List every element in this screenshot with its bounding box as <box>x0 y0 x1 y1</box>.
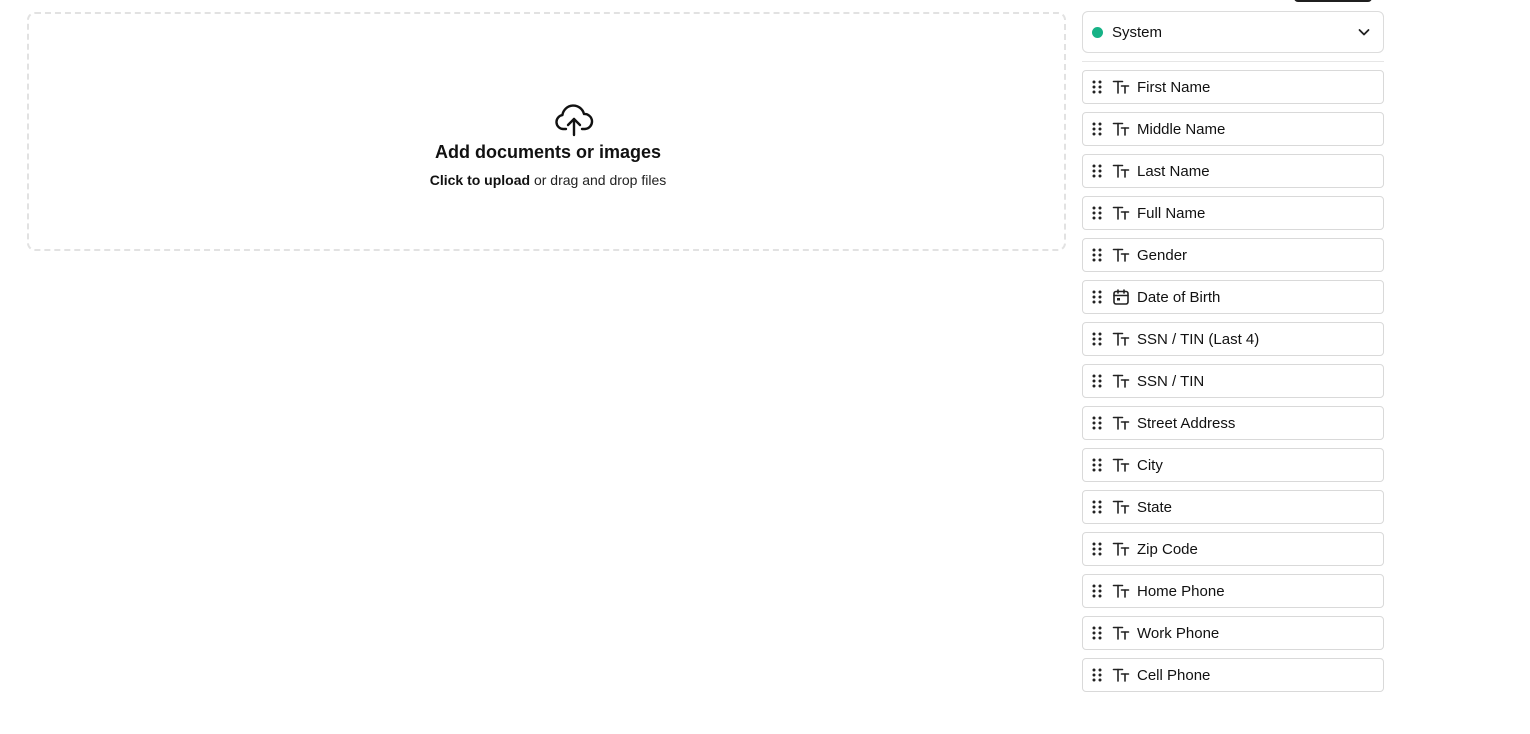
field-label: Zip Code <box>1137 540 1198 558</box>
text-type-icon <box>1112 374 1130 388</box>
source-select[interactable]: System <box>1082 11 1384 53</box>
field-label: Cell Phone <box>1137 666 1211 684</box>
field-item[interactable]: SSN / TIN <box>1082 364 1384 398</box>
calendar-icon <box>1113 289 1129 305</box>
text-type-icon <box>1112 80 1130 94</box>
sidebar-divider <box>1082 61 1384 62</box>
drag-handle-icon[interactable] <box>1090 205 1104 221</box>
text-type-icon <box>1112 500 1130 514</box>
drag-handle-icon[interactable] <box>1090 457 1104 473</box>
field-item[interactable]: Date of Birth <box>1082 280 1384 314</box>
drag-handle-icon[interactable] <box>1090 121 1104 137</box>
field-item[interactable]: Cell Phone <box>1082 658 1384 692</box>
drag-handle-icon[interactable] <box>1090 289 1104 305</box>
drag-handle-icon[interactable] <box>1090 79 1104 95</box>
field-label: Last Name <box>1137 162 1210 180</box>
text-type-icon <box>1112 164 1130 178</box>
field-item[interactable]: First Name <box>1082 70 1384 104</box>
text-type-icon <box>1112 458 1130 472</box>
drag-handle-icon[interactable] <box>1090 541 1104 557</box>
source-select-label: System <box>1112 23 1163 41</box>
cloud-upload-icon <box>555 104 594 137</box>
drag-handle-icon[interactable] <box>1090 583 1104 599</box>
field-label: Gender <box>1137 246 1188 264</box>
field-label: Street Address <box>1137 414 1236 432</box>
field-label: Work Phone <box>1137 624 1220 642</box>
field-item[interactable]: State <box>1082 490 1384 524</box>
field-label: State <box>1137 498 1173 516</box>
field-item[interactable]: Gender <box>1082 238 1384 272</box>
field-item[interactable]: Work Phone <box>1082 616 1384 650</box>
drag-handle-icon[interactable] <box>1090 625 1104 641</box>
drag-handle-icon[interactable] <box>1090 247 1104 263</box>
drag-handle-icon[interactable] <box>1090 331 1104 347</box>
field-list: First Name Middle Name Last Name Full Name G… <box>1082 70 1384 692</box>
text-type-icon <box>1112 542 1130 556</box>
field-sidebar: System First Name Middle Name Last Name Ful… <box>1082 11 1384 700</box>
field-label: SSN / TIN (Last 4) <box>1137 330 1260 348</box>
dropzone-subtitle: Click to upload or drag and drop files <box>2 172 1094 188</box>
upload-dropzone[interactable]: Add documents or images Click to upload … <box>27 12 1066 251</box>
field-label: Home Phone <box>1137 582 1225 600</box>
field-label: First Name <box>1137 78 1211 96</box>
drag-handle-icon[interactable] <box>1090 163 1104 179</box>
text-type-icon <box>1112 584 1130 598</box>
drag-drop-hint: or drag and drop files <box>530 172 667 188</box>
drag-handle-icon[interactable] <box>1090 499 1104 515</box>
field-label: SSN / TIN <box>1137 372 1205 390</box>
field-item[interactable]: Middle Name <box>1082 112 1384 146</box>
text-type-icon <box>1112 248 1130 262</box>
drag-handle-icon[interactable] <box>1090 373 1104 389</box>
status-dot <box>1092 26 1103 38</box>
field-item[interactable]: City <box>1082 448 1384 482</box>
text-type-icon <box>1112 416 1130 430</box>
field-item[interactable]: Street Address <box>1082 406 1384 440</box>
dropzone-title: Add documents or images <box>434 142 662 162</box>
top-edge-button[interactable] <box>1294 0 1372 2</box>
text-type-icon <box>1112 668 1130 682</box>
click-to-upload-link[interactable]: Click to upload <box>430 172 530 188</box>
drag-handle-icon[interactable] <box>1090 415 1104 431</box>
text-type-icon <box>1112 122 1130 136</box>
field-label: Date of Birth <box>1137 288 1221 306</box>
field-label: Full Name <box>1137 204 1206 222</box>
text-type-icon <box>1112 332 1130 346</box>
drag-handle-icon[interactable] <box>1090 667 1104 683</box>
field-item[interactable]: Full Name <box>1082 196 1384 230</box>
text-type-icon <box>1112 206 1130 220</box>
field-label: City <box>1137 456 1163 474</box>
field-item[interactable]: Home Phone <box>1082 574 1384 608</box>
field-label: Middle Name <box>1137 120 1226 138</box>
field-item[interactable]: SSN / TIN (Last 4) <box>1082 322 1384 356</box>
chevron-down-icon <box>1358 29 1370 36</box>
field-item[interactable]: Last Name <box>1082 154 1384 188</box>
field-item[interactable]: Zip Code <box>1082 532 1384 566</box>
text-type-icon <box>1112 626 1130 640</box>
